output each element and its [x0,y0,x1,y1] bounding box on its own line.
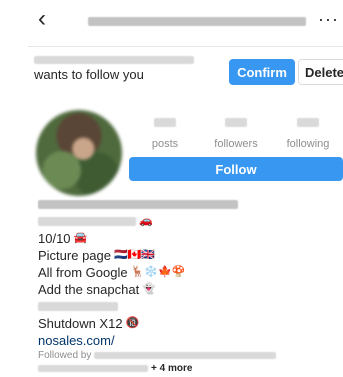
back-chevron-icon[interactable]: ‹ [38,7,46,31]
bio-google-text: All from Google [38,265,128,280]
bio-line-5: All from Google 🦌❄️🍁🍄 [38,264,338,281]
follow-request-text: wants to follow you [34,67,144,82]
more-followers-link[interactable]: + 4 more [151,360,192,377]
no-entry-emoji-icon: 🔞 [125,317,140,329]
followers-count-redacted [225,118,247,127]
bio-line-7 [38,298,338,315]
following-count-redacted [297,118,319,127]
follow-button[interactable]: Follow [129,157,343,181]
nature-emoji-icon: 🦌❄️🍁🍄 [130,266,186,278]
bio-rating-text: 10/10 [38,231,71,246]
profile-screen: ‹ ··· wants to follow you Confirm Delete… [28,0,343,377]
bio-line-name [38,196,338,213]
followed-by-names-2-redacted [38,365,148,372]
followed-by-names-redacted [94,352,277,359]
bio-name-redacted [38,200,238,209]
bio: 🚗 10/10 🚘 Picture page 🇳🇱🇨🇦🇬🇧 All from G… [38,196,338,375]
posts-count-redacted [154,118,176,127]
bio-picture-page-text: Picture page [38,248,111,263]
followers-label: followers [214,138,258,150]
posts-stat[interactable]: posts [142,118,188,150]
bio-line-category: 🚗 [38,213,338,230]
more-options-icon[interactable]: ··· [318,9,339,30]
request-username-redacted [34,56,194,64]
followed-by-label: Followed by [38,350,92,361]
bio-line-8: Shutdown X12 🔞 [38,315,338,332]
followers-stat[interactable]: followers [206,118,266,150]
bio-snapchat-text: Add the snapchat [38,282,140,297]
confirm-button[interactable]: Confirm [229,59,295,85]
top-bar: ‹ ··· [28,0,343,47]
header-username-redacted [88,17,306,26]
delete-button[interactable]: Delete [298,59,343,85]
avatar[interactable] [36,110,122,196]
posts-label: posts [151,138,179,150]
car-emoji-icon: 🚗 [139,215,153,227]
car-front-emoji-icon: 🚘 [73,232,88,244]
bio-handle-redacted [38,302,118,311]
bio-line-3: 10/10 🚘 [38,230,338,247]
ghost-emoji-icon: 👻 [142,283,156,295]
flags-emoji-icon: 🇳🇱🇨🇦🇬🇧 [114,249,156,261]
bio-line-6: Add the snapchat 👻 [38,281,338,298]
bio-shutdown-text: Shutdown X12 [38,316,123,331]
bio-category-redacted [38,217,136,226]
bio-line-4: Picture page 🇳🇱🇨🇦🇬🇧 [38,247,338,264]
following-label: following [286,138,330,150]
following-stat[interactable]: following [280,118,336,150]
